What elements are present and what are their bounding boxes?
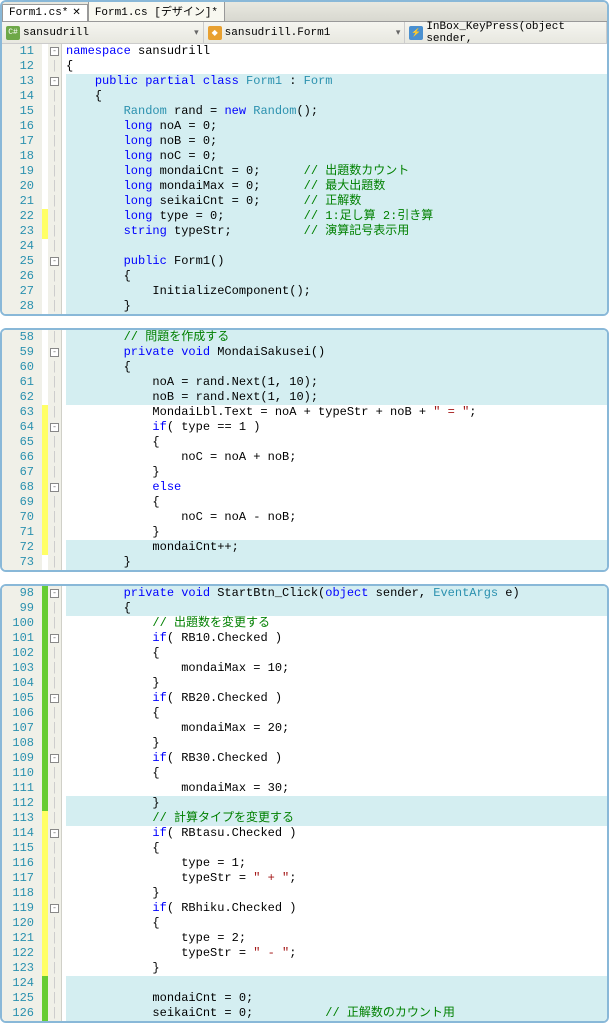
code-area-1[interactable]: 111213141516171819202122232425262728-|-|… [2, 44, 607, 314]
code-line[interactable]: Random rand = new Random(); [66, 104, 607, 119]
dropdown-value: InBox_KeyPress(object sender, [426, 21, 602, 45]
code-panel-3: 9899100101102103104105106107108109110111… [0, 584, 609, 1023]
code-line[interactable]: } [66, 796, 607, 811]
code-line[interactable]: if( RB10.Checked ) [66, 631, 607, 646]
code-line[interactable]: } [66, 555, 607, 570]
chevron-down-icon: ▾ [194, 28, 199, 38]
code-line[interactable]: if( RBtasu.Checked ) [66, 826, 607, 841]
code-line[interactable]: { [66, 89, 607, 104]
fold-toggle[interactable]: - [50, 483, 59, 492]
code-line[interactable]: mondaiCnt = 0; [66, 991, 607, 1006]
fold-toggle[interactable]: - [50, 257, 59, 266]
csharp-icon: C# [6, 26, 20, 40]
code-line[interactable]: { [66, 269, 607, 284]
code-line[interactable]: { [66, 495, 607, 510]
navigation-bar: C# sansudrill ▾ ◆ sansudrill.Form1 ▾ ⚡ I… [2, 22, 607, 44]
code-line[interactable]: } [66, 961, 607, 976]
code-line[interactable]: { [66, 706, 607, 721]
code-line[interactable]: long noA = 0; [66, 119, 607, 134]
code-line[interactable]: typeStr = " + "; [66, 871, 607, 886]
code-line[interactable]: } [66, 886, 607, 901]
code-line[interactable]: { [66, 916, 607, 931]
code-line[interactable]: noA = rand.Next(1, 10); [66, 375, 607, 390]
code-line[interactable]: if( RBhiku.Checked ) [66, 901, 607, 916]
code-line[interactable]: { [66, 435, 607, 450]
code-line[interactable]: { [66, 646, 607, 661]
code-line[interactable]: InitializeComponent(); [66, 284, 607, 299]
chevron-down-icon: ▾ [396, 28, 401, 38]
fold-toggle[interactable]: - [50, 589, 59, 598]
code-line[interactable]: type = 2; [66, 931, 607, 946]
member-dropdown[interactable]: ⚡ InBox_KeyPress(object sender, [405, 22, 607, 43]
code-panel-2: 58596061626364656667686970717273|-||||-|… [0, 328, 609, 572]
code-area-2[interactable]: 58596061626364656667686970717273|-||||-|… [2, 330, 607, 570]
tab-label: Form1.cs* [9, 7, 68, 19]
code-line[interactable]: typeStr = " - "; [66, 946, 607, 961]
code-line[interactable]: { [66, 360, 607, 375]
code-line[interactable]: } [66, 299, 607, 314]
fold-toggle[interactable]: - [50, 634, 59, 643]
code-line[interactable]: private void StartBtn_Click(object sende… [66, 586, 607, 601]
code-line[interactable]: long type = 0; // 1:足し算 2:引き算 [66, 209, 607, 224]
code-line[interactable]: mondaiMax = 20; [66, 721, 607, 736]
dropdown-value: sansudrill.Form1 [225, 27, 331, 39]
tab-label: Form1.cs [デザイン]* [95, 3, 218, 19]
code-line[interactable]: } [66, 676, 607, 691]
code-line[interactable]: // 計算タイプを変更する [66, 811, 607, 826]
code-line[interactable]: if( type == 1 ) [66, 420, 607, 435]
fold-toggle[interactable]: - [50, 829, 59, 838]
code-line[interactable]: long noC = 0; [66, 149, 607, 164]
tab-bar: Form1.cs* ✕ Form1.cs [デザイン]* [2, 2, 607, 22]
code-line[interactable]: } [66, 736, 607, 751]
fold-toggle[interactable]: - [50, 694, 59, 703]
fold-toggle[interactable]: - [50, 348, 59, 357]
code-panel-1: Form1.cs* ✕ Form1.cs [デザイン]* C# sansudri… [0, 0, 609, 316]
code-line[interactable]: if( RB30.Checked ) [66, 751, 607, 766]
code-line[interactable]: noC = noA + noB; [66, 450, 607, 465]
code-line[interactable]: mondaiMax = 10; [66, 661, 607, 676]
code-line[interactable]: } [66, 525, 607, 540]
tab-form1-cs[interactable]: Form1.cs* ✕ [2, 4, 88, 21]
code-line[interactable]: else [66, 480, 607, 495]
code-line[interactable]: seikaiCnt = 0; // 正解数のカウント用 [66, 1006, 607, 1021]
code-line[interactable]: mondaiMax = 30; [66, 781, 607, 796]
code-line[interactable]: } [66, 465, 607, 480]
code-line[interactable]: if( RB20.Checked ) [66, 691, 607, 706]
code-line[interactable]: namespace sansudrill [66, 44, 607, 59]
code-line[interactable]: MondaiLbl.Text = noA + typeStr + noB + "… [66, 405, 607, 420]
code-line[interactable]: // 問題を作成する [66, 330, 607, 345]
dropdown-value: sansudrill [23, 27, 89, 39]
code-line[interactable]: // 出題数を変更する [66, 616, 607, 631]
class-icon: ◆ [208, 26, 222, 40]
fold-toggle[interactable]: - [50, 77, 59, 86]
fold-toggle[interactable]: - [50, 904, 59, 913]
code-line[interactable]: public partial class Form1 : Form [66, 74, 607, 89]
code-line[interactable]: mondaiCnt++; [66, 540, 607, 555]
code-line[interactable]: long noB = 0; [66, 134, 607, 149]
code-line[interactable]: string typeStr; // 演算記号表示用 [66, 224, 607, 239]
code-line[interactable]: long seikaiCnt = 0; // 正解数 [66, 194, 607, 209]
close-icon[interactable]: ✕ [72, 7, 80, 19]
code-line[interactable]: { [66, 841, 607, 856]
code-line[interactable]: { [66, 59, 607, 74]
code-line[interactable]: { [66, 601, 607, 616]
code-line[interactable]: noB = rand.Next(1, 10); [66, 390, 607, 405]
code-line[interactable]: noC = noA - noB; [66, 510, 607, 525]
method-icon: ⚡ [409, 26, 423, 40]
namespace-dropdown[interactable]: C# sansudrill ▾ [2, 22, 204, 43]
code-area-3[interactable]: 9899100101102103104105106107108109110111… [2, 586, 607, 1021]
code-line[interactable]: long mondaiCnt = 0; // 出題数カウント [66, 164, 607, 179]
code-line[interactable]: type = 1; [66, 856, 607, 871]
fold-toggle[interactable]: - [50, 754, 59, 763]
tab-form1-design[interactable]: Form1.cs [デザイン]* [88, 0, 225, 21]
code-line[interactable]: public Form1() [66, 254, 607, 269]
fold-toggle[interactable]: - [50, 423, 59, 432]
code-line[interactable]: long mondaiMax = 0; // 最大出題数 [66, 179, 607, 194]
fold-toggle[interactable]: - [50, 47, 59, 56]
class-dropdown[interactable]: ◆ sansudrill.Form1 ▾ [204, 22, 406, 43]
code-line[interactable] [66, 976, 607, 991]
code-line[interactable] [66, 239, 607, 254]
code-line[interactable]: private void MondaiSakusei() [66, 345, 607, 360]
code-line[interactable]: { [66, 766, 607, 781]
